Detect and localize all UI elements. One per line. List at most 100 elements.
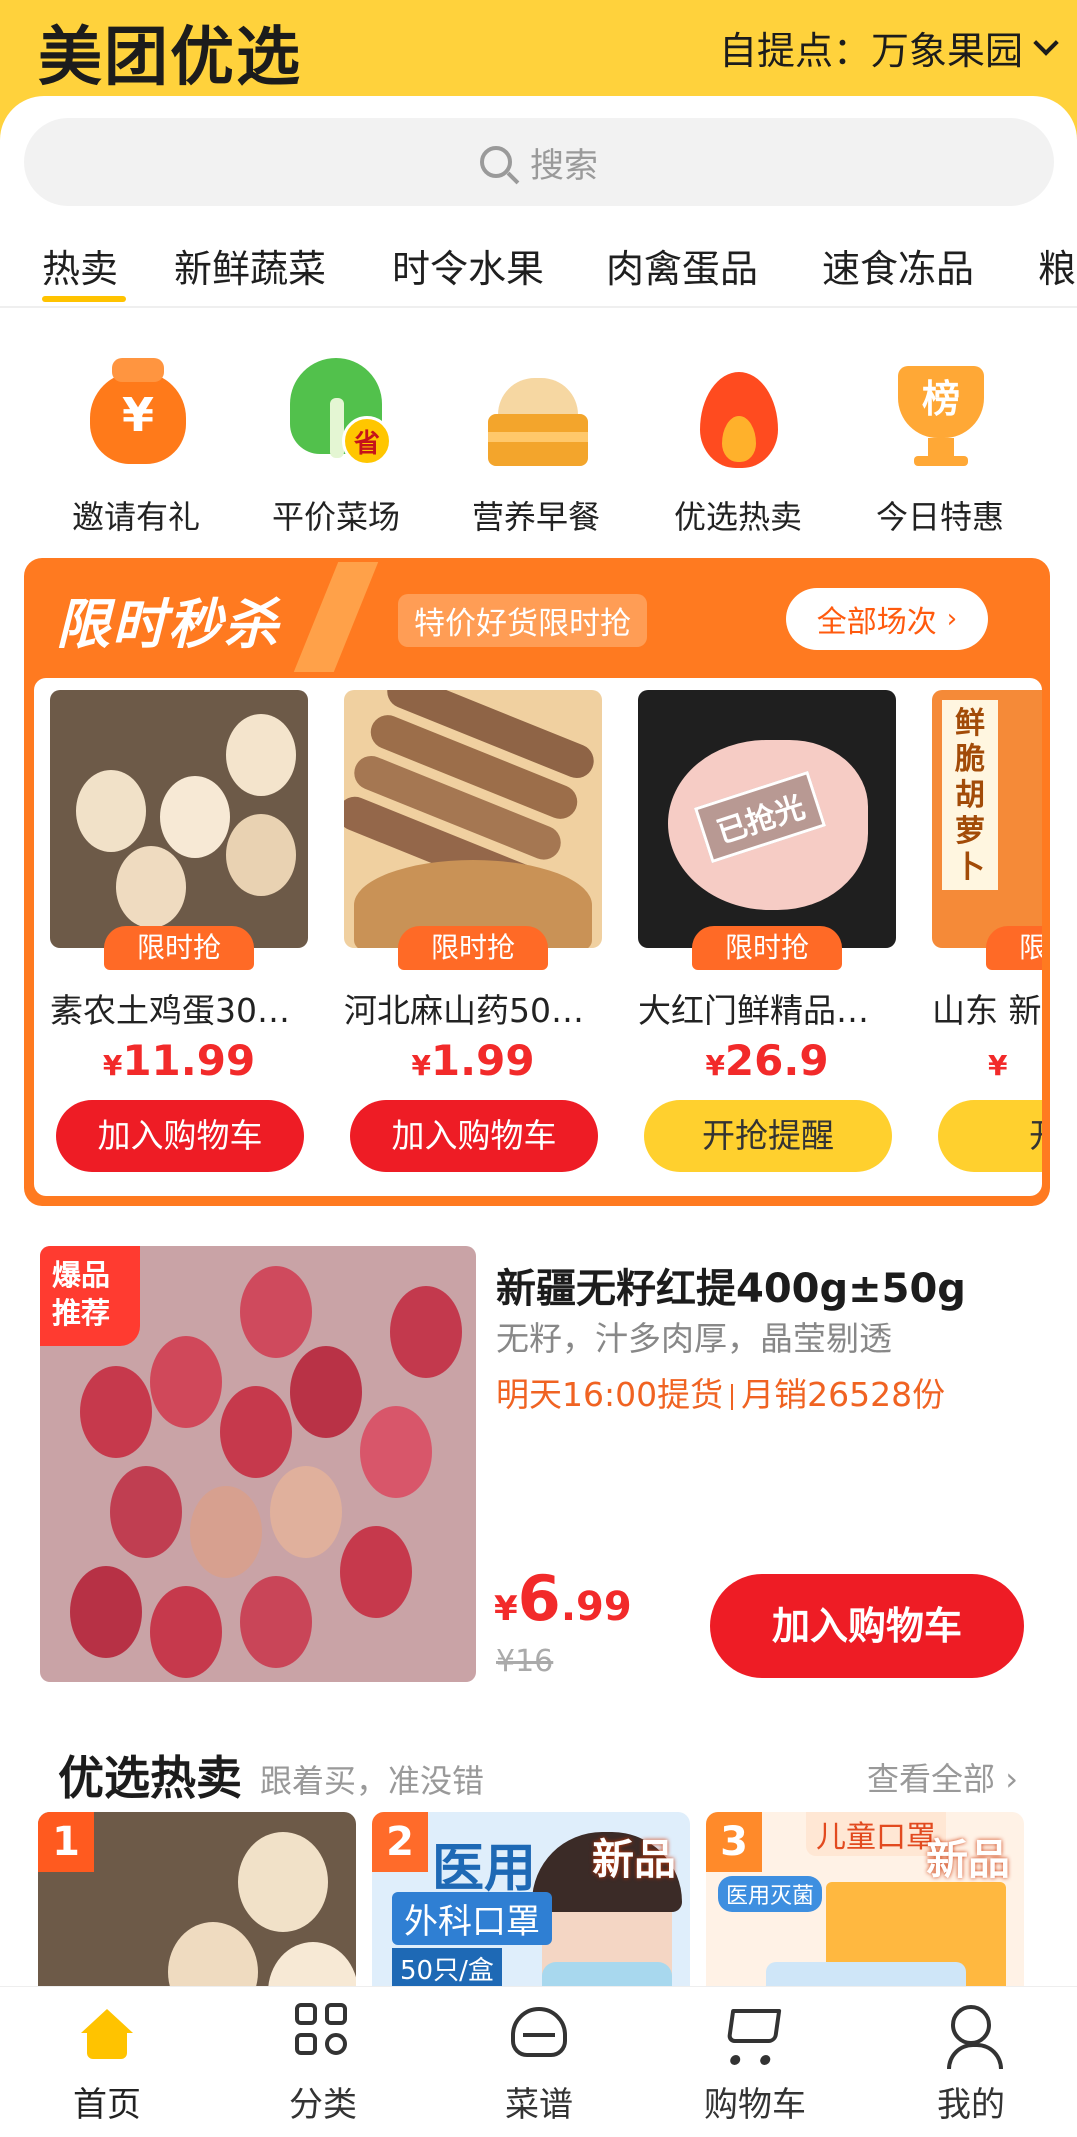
add-to-cart-button[interactable]: 加入购物车	[56, 1100, 304, 1172]
chevron-right-icon: ›	[946, 604, 958, 634]
search-placeholder: 搜索	[530, 145, 598, 186]
search-icon	[480, 146, 512, 178]
new-tag: 新品	[591, 1835, 676, 1884]
chevron-right-icon: ›	[1005, 1760, 1018, 1798]
tab-vegetables[interactable]: 新鲜蔬菜	[174, 238, 326, 293]
flash-item-carrot[interactable]: 鲜脆胡萝卜 限时抢 山东 新 ¥ 开抢	[916, 690, 1042, 1190]
tab-divider	[0, 306, 1077, 308]
add-to-cart-button[interactable]: 加入购物车	[710, 1574, 1024, 1678]
hot-picks-title: 优选热卖	[58, 1751, 242, 1805]
hot-card-3[interactable]: 儿童口罩 医用灭菌 3 新品	[706, 1812, 1024, 2012]
nav-label: 分类	[289, 2085, 357, 2125]
quick-link-breakfast[interactable]: 营养早餐	[456, 352, 616, 536]
nav-category[interactable]: 分类	[248, 2001, 398, 2126]
app-logo: 美团优选	[38, 21, 302, 95]
hot-picks-subtitle: 跟着买，准没错	[260, 1762, 485, 1800]
active-tab-indicator	[42, 296, 126, 302]
nav-label: 我的	[937, 2085, 1005, 2125]
tab-meat-eggs[interactable]: 肉禽蛋品	[606, 238, 758, 293]
nav-home[interactable]: 首页	[32, 2001, 182, 2126]
chevron-down-icon	[1033, 29, 1059, 56]
recipe-icon	[509, 2001, 569, 2061]
limited-badge: 限时抢	[692, 926, 842, 970]
product-name: 河北麻山药50…	[344, 991, 584, 1030]
product-name: 山东 新	[932, 991, 1042, 1030]
home-icon	[77, 2001, 137, 2061]
sold-out-stamp: 已抢光	[693, 770, 827, 864]
view-all-link[interactable]: 查看全部 ›	[867, 1754, 1018, 1800]
remind-me-button[interactable]: 开抢	[938, 1100, 1042, 1172]
new-tag: 新品	[925, 1835, 1010, 1884]
mask-count: 50只/盒	[392, 1948, 502, 1989]
featured-description: 无籽，汁多肉厚，晶莹剔透	[496, 1319, 892, 1358]
lightning-icon	[293, 562, 379, 672]
add-to-cart-button[interactable]: 加入购物车	[350, 1100, 598, 1172]
hot-card-1[interactable]: 1	[38, 1812, 356, 2012]
vegetable-icon: 省	[276, 352, 396, 472]
limited-badge: 限时抢	[398, 926, 548, 970]
quick-link-hot[interactable]: 优选热卖	[658, 352, 818, 536]
nav-profile[interactable]: 我的	[896, 2001, 1046, 2126]
carrot-tag: 鲜脆胡萝卜	[942, 700, 998, 890]
product-price: ¥26.9	[705, 1036, 829, 1085]
flash-sale-subtitle: 特价好货限时抢	[398, 594, 647, 647]
flame-icon	[678, 352, 798, 472]
featured-title: 新疆无籽红提400g±50g	[496, 1266, 966, 1312]
product-price: ¥11.99	[102, 1036, 256, 1085]
product-image: 已抢光	[638, 690, 896, 948]
hot-picks-section: 优选热卖 跟着买，准没错 查看全部 › 1 医用 外科口罩 50只/盒 2 新品…	[24, 1712, 1052, 2012]
profile-icon	[941, 2001, 1003, 2069]
tab-frozen[interactable]: 速食冻品	[822, 238, 974, 293]
featured-pickup-info: 明天16:00提货 月销26528份	[496, 1375, 946, 1414]
limited-badge: 限时抢	[986, 926, 1042, 970]
quick-link-market[interactable]: 省 平价菜场	[256, 352, 416, 536]
bun-icon	[476, 352, 596, 472]
flash-item-meat[interactable]: 已抢光 限时抢 大红门鲜精品… ¥26.9 开抢提醒	[622, 690, 896, 1190]
bottom-navigation: 首页 分类 菜谱 购物车 我的	[0, 1986, 1077, 2137]
quick-link-deals[interactable]: 榜 今日特惠	[860, 352, 1020, 536]
flash-item-yam[interactable]: 限时抢 河北麻山药50… ¥1.99 加入购物车	[328, 690, 602, 1190]
product-image	[50, 690, 308, 948]
quick-link-label: 平价菜场	[271, 498, 400, 536]
nav-label: 购物车	[704, 2085, 806, 2125]
rank-badge: 1	[38, 1812, 94, 1872]
flash-sale-title: 限时秒杀	[56, 593, 280, 656]
search-bar[interactable]: 搜索	[24, 118, 1054, 206]
featured-price: ¥6.99	[494, 1562, 632, 1635]
product-name: 大红门鲜精品…	[638, 991, 869, 1030]
flash-item-eggs[interactable]: 限时抢 素农土鸡蛋30… ¥11.99 加入购物车	[34, 690, 308, 1190]
quick-link-label: 优选热卖	[673, 498, 802, 536]
featured-product-card[interactable]: 爆品 推荐 新疆无籽红提400g±50g 无籽，汁多肉厚，晶莹剔透 明天16:00…	[24, 1232, 1052, 1696]
rank-badge: 2	[372, 1812, 428, 1872]
remind-me-button[interactable]: 开抢提醒	[644, 1100, 892, 1172]
pickup-point-label: 自提点：万象果园	[718, 29, 1023, 73]
mask-title: 医用	[432, 1839, 537, 1899]
nav-label: 菜谱	[505, 2085, 573, 2125]
quick-link-label: 营养早餐	[471, 498, 600, 536]
limited-badge: 限时抢	[104, 926, 254, 970]
tab-hot[interactable]: 热卖	[42, 238, 118, 293]
trophy-icon: 榜	[880, 352, 1000, 472]
all-sessions-button[interactable]: 全部场次 ›	[786, 588, 988, 650]
pickup-point-selector[interactable]: 自提点：万象果园	[718, 20, 1059, 75]
category-tabs: 热卖 新鲜蔬菜 时令水果 肉禽蛋品 速食冻品 粮	[0, 228, 1077, 308]
product-price: ¥1.99	[411, 1036, 535, 1085]
product-image	[344, 690, 602, 948]
flash-sale-section: 限时秒杀 特价好货限时抢 全部场次 › 限时抢 素农土鸡蛋30… ¥11.99 加…	[24, 558, 1050, 1206]
product-image: 鲜脆胡萝卜	[932, 690, 1042, 948]
featured-original-price: ¥16	[496, 1644, 554, 1679]
flash-sale-list[interactable]: 限时抢 素农土鸡蛋30… ¥11.99 加入购物车 限时抢 河北麻山药50… ¥…	[34, 678, 1042, 1196]
sterile-label: 医用灭菌	[718, 1876, 823, 1912]
quick-link-invite[interactable]: ¥ 邀请有礼	[56, 352, 216, 536]
hot-card-2[interactable]: 医用 外科口罩 50只/盒 2 新品	[372, 1812, 690, 2012]
nav-recipe[interactable]: 菜谱	[464, 2001, 614, 2126]
hot-pick-badge: 爆品 推荐	[40, 1246, 140, 1346]
cart-icon	[725, 2001, 785, 2061]
product-price: ¥	[988, 1049, 1008, 1082]
tab-fruits[interactable]: 时令水果	[392, 238, 544, 293]
nav-cart[interactable]: 购物车	[680, 2001, 830, 2126]
quick-link-label: 邀请有礼	[71, 498, 200, 536]
mask-subtitle: 外科口罩	[392, 1892, 552, 1945]
tab-grain[interactable]: 粮	[1038, 238, 1076, 293]
rank-badge: 3	[706, 1812, 762, 1872]
